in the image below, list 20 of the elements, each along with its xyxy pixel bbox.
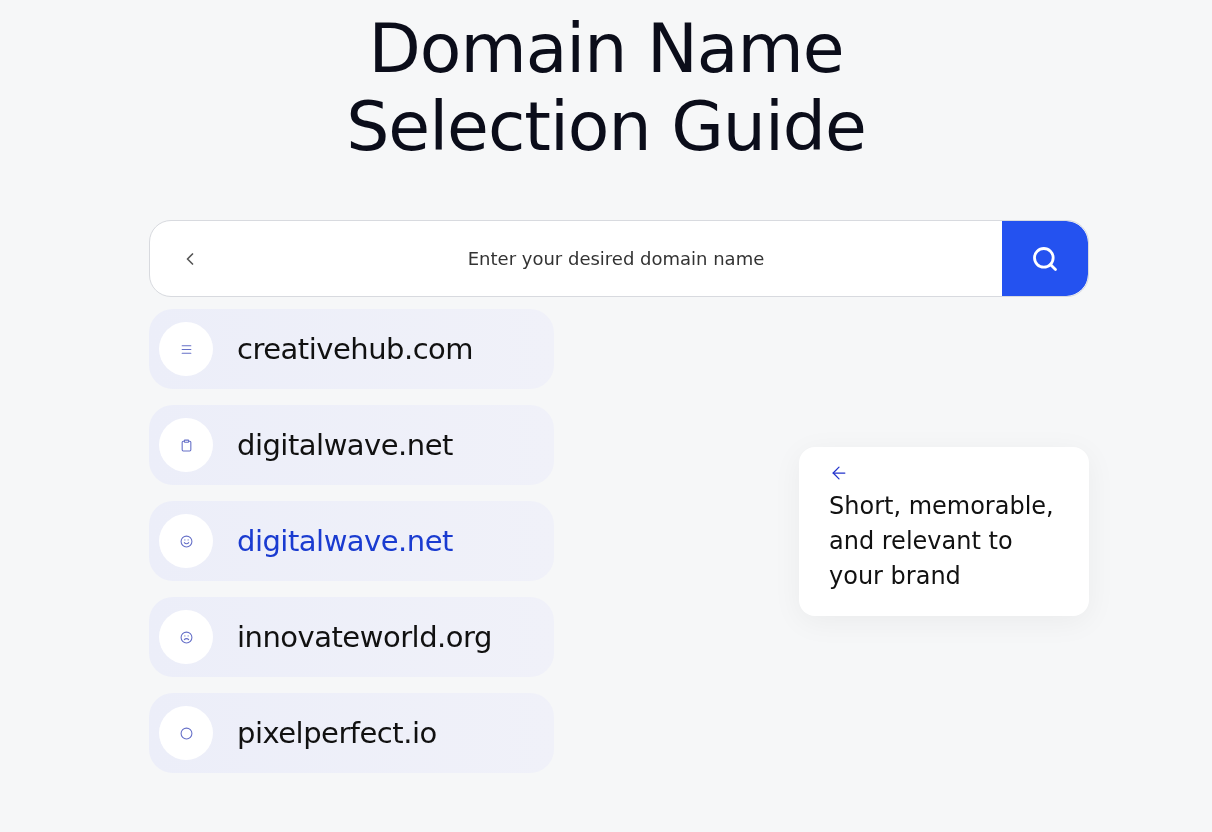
page-title: Domain Name Selection Guide <box>345 10 867 166</box>
item-icon <box>179 342 193 356</box>
domain-suggestion[interactable]: digitalwave.net <box>149 501 554 581</box>
item-icon <box>179 534 193 548</box>
search-button[interactable] <box>1002 221 1088 296</box>
domain-label: innovateworld.org <box>237 620 492 654</box>
domain-suggestion[interactable]: pixelperfect.io <box>149 693 554 773</box>
domain-label: digitalwave.net <box>237 428 453 462</box>
domain-suggestion[interactable]: digitalwave.net <box>149 405 554 485</box>
domain-label: creativehub.com <box>237 332 474 366</box>
domain-label: digitalwave.net <box>237 524 453 558</box>
item-icon <box>179 630 193 644</box>
search-icon <box>1031 244 1059 273</box>
item-icon <box>179 726 193 740</box>
domain-suggestion[interactable]: innovateworld.org <box>149 597 554 677</box>
tip-text: Short, memorable, and relevant to your brand <box>829 491 1055 592</box>
domain-suggestion[interactable]: creativehub.com <box>149 309 554 389</box>
domain-label: pixelperfect.io <box>237 716 437 750</box>
item-icon <box>179 438 193 452</box>
search-field[interactable]: Enter your desired domain name <box>230 247 1002 270</box>
